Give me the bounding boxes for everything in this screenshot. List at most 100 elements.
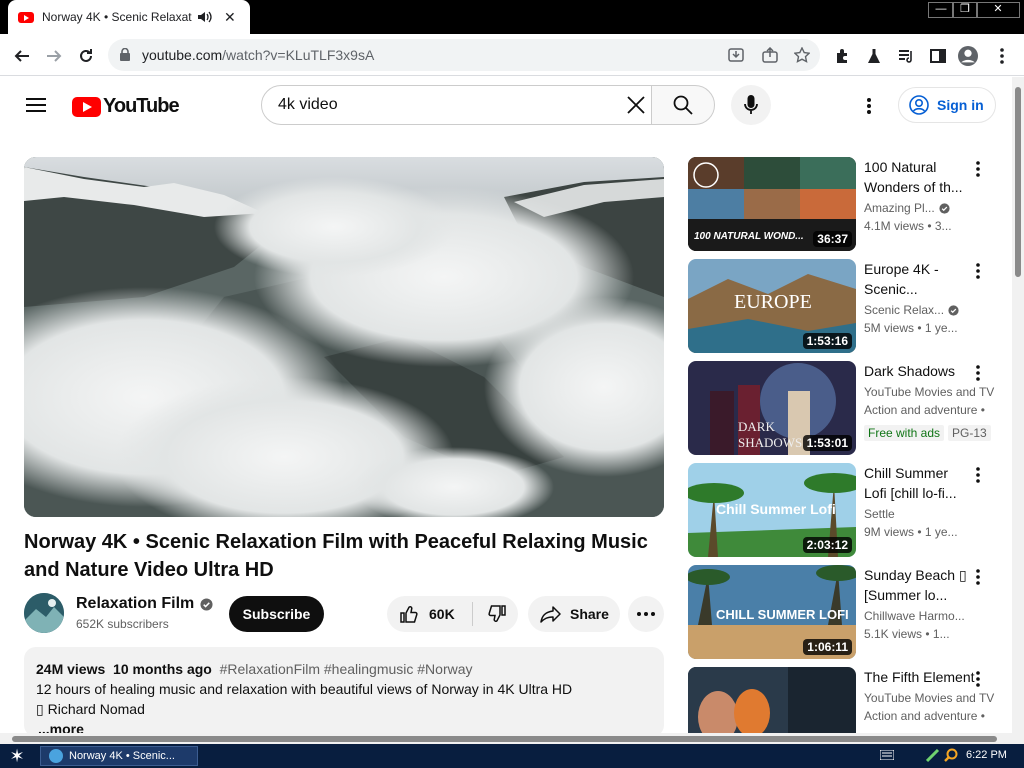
taskbar-item-label: Norway 4K • Scenic... [69, 750, 175, 762]
share-button[interactable]: Share [528, 596, 620, 632]
profile-avatar-icon[interactable] [958, 46, 978, 66]
video-title: Norway 4K • Scenic Relaxation Film with … [24, 531, 648, 581]
related-video-item[interactable]: The Fifth Element YouTube Movies and TV … [688, 667, 1000, 733]
vertical-dots-icon[interactable] [970, 159, 986, 179]
account-circle-icon [909, 95, 929, 115]
youtube-favicon-icon [18, 11, 34, 23]
window-restore-button[interactable]: ❐ [952, 2, 978, 18]
vertical-scrollbar-thumb[interactable] [1015, 87, 1021, 277]
window-minimize-button[interactable]: — [928, 2, 954, 18]
related-stats: 5M views • 1 ye... [864, 321, 958, 335]
related-title[interactable]: Chill Summer Lofi [chill lo-fi... [864, 463, 968, 503]
voice-search-button[interactable] [731, 85, 771, 125]
taskbar-browser-item[interactable]: Norway 4K • Scenic... [40, 746, 198, 766]
labs-flask-icon[interactable] [864, 46, 884, 66]
youtube-logo[interactable]: YouTube [72, 95, 180, 118]
related-video-item[interactable]: CHILL SUMMER LOFI 1:06:11 Sunday Beach ▯… [688, 565, 1000, 659]
related-stats: 5.1K views • 1... [864, 627, 950, 641]
url-host: youtube.com [142, 47, 223, 63]
related-thumbnail[interactable]: DARK SHADOWS 1:53:01 [688, 361, 856, 455]
related-thumbnail[interactable] [688, 667, 856, 733]
related-title[interactable]: The Fifth Element [864, 667, 984, 687]
extensions-icon[interactable] [832, 46, 852, 66]
address-bar[interactable]: youtube.com/watch?v=KLuTLF3x9sA [108, 39, 820, 71]
browser-tab[interactable]: Norway 4K • Scenic Relaxation ✕ [8, 0, 250, 34]
related-title[interactable]: Europe 4K - Scenic... [864, 259, 968, 299]
related-title[interactable]: 100 Natural Wonders of th... [864, 157, 968, 197]
sign-in-button[interactable]: Sign in [898, 87, 996, 123]
like-divider [472, 602, 473, 626]
related-channel[interactable]: Chillwave Harmo... [864, 609, 994, 623]
related-channel[interactable]: YouTube Movies and TV [864, 385, 1000, 399]
related-title[interactable]: Dark Shadows [864, 361, 984, 381]
related-thumbnail[interactable]: EUROPE 1:53:16 [688, 259, 856, 353]
tab-title: Norway 4K • Scenic Relaxation [42, 10, 192, 24]
horizontal-scrollbar[interactable] [0, 733, 1024, 744]
side-panel-icon[interactable] [928, 46, 948, 66]
video-duration: 2:03:12 [802, 537, 852, 553]
speaker-icon[interactable] [198, 11, 212, 23]
vertical-dots-icon[interactable] [970, 567, 986, 587]
related-thumbnail[interactable]: 100 NATURAL WOND... 36:37 [688, 157, 856, 251]
start-menu-star-icon[interactable]: ✶ [6, 746, 28, 766]
related-channel[interactable]: Settle [864, 507, 994, 521]
search-button[interactable] [651, 85, 715, 125]
bookmark-star-icon[interactable] [794, 47, 810, 63]
related-video-item[interactable]: Chill Summer Lofi 2:03:12 Chill Summer L… [688, 463, 1000, 557]
related-video-item[interactable]: 100 NATURAL WOND... 36:37 100 Natural Wo… [688, 157, 1000, 251]
share-page-icon[interactable] [762, 47, 778, 63]
video-player[interactable] [24, 157, 664, 517]
taskbar-clock: 6:22 PM [966, 749, 1007, 761]
related-channel[interactable]: Scenic Relax... [864, 303, 994, 317]
free-with-ads-badge: Free with ads [864, 425, 945, 441]
back-arrow-icon[interactable] [12, 46, 32, 66]
browser-menu-kebab-icon[interactable] [992, 46, 1012, 66]
browser-toolbar: youtube.com/watch?v=KLuTLF3x9sA [0, 34, 1024, 76]
thumbnail-caption: Chill Summer Lofi [716, 501, 836, 517]
description-line-1: 12 hours of healing music and relaxation… [36, 681, 573, 697]
keyboard-tray-icon[interactable] [880, 750, 894, 760]
install-app-icon[interactable] [728, 47, 744, 63]
hamburger-menu-icon[interactable] [26, 97, 46, 113]
related-channel[interactable]: Amazing Pl... [864, 201, 994, 215]
subscriber-count: 652K subscribers [76, 617, 169, 631]
dislike-button[interactable] [477, 596, 517, 632]
clear-search-icon[interactable] [625, 94, 647, 116]
related-thumbnail[interactable]: CHILL SUMMER LOFI 1:06:11 [688, 565, 856, 659]
related-channel[interactable]: YouTube Movies and TV [864, 691, 1000, 705]
vertical-dots-icon[interactable] [970, 261, 986, 281]
search-input[interactable] [278, 94, 608, 116]
vertical-dots-icon[interactable] [970, 465, 986, 485]
media-queue-icon[interactable] [896, 46, 916, 66]
window-close-button[interactable]: ✕ [976, 2, 1020, 18]
related-thumbnail[interactable]: Chill Summer Lofi 2:03:12 [688, 463, 856, 557]
forward-arrow-icon[interactable] [44, 46, 64, 66]
tab-close-icon[interactable]: ✕ [224, 9, 236, 26]
channel-name[interactable]: Relaxation Film [76, 595, 213, 613]
reload-icon[interactable] [76, 46, 96, 66]
video-duration: 1:53:16 [802, 333, 852, 349]
vertical-dots-icon[interactable] [970, 669, 986, 689]
subscribe-button[interactable]: Subscribe [229, 596, 324, 632]
horizontal-scrollbar-thumb[interactable] [12, 736, 997, 742]
lock-icon[interactable] [120, 48, 130, 61]
like-count: 60K [429, 606, 455, 622]
description-box[interactable]: 24M views 10 months ago #RelaxationFilm … [24, 647, 664, 737]
more-actions-button[interactable] [628, 596, 664, 632]
video-duration: 1:06:11 [803, 639, 852, 655]
like-dislike-group: 60K [387, 596, 518, 632]
channel-avatar[interactable] [24, 593, 64, 633]
related-video-item[interactable]: DARK SHADOWS 1:53:01 Dark Shadows YouTub… [688, 361, 1000, 455]
search-tray-icon[interactable] [944, 748, 958, 762]
hashtags[interactable]: #RelaxationFilm #healingmusic #Norway [220, 661, 473, 677]
related-video-item[interactable]: EUROPE 1:53:16 Europe 4K - Scenic... Sce… [688, 259, 1000, 353]
like-button[interactable]: 60K [387, 596, 469, 632]
vertical-scrollbar[interactable] [1012, 77, 1024, 733]
browser-tab-strip: Norway 4K • Scenic Relaxation ✕ — ❐ ✕ [0, 0, 1024, 34]
url-path: /watch?v=KLuTLF3x9sA [222, 47, 375, 63]
vertical-dots-icon[interactable] [970, 363, 986, 383]
settings-kebab-icon[interactable] [866, 97, 872, 115]
share-arrow-icon [540, 606, 561, 623]
related-title[interactable]: Sunday Beach ▯ [Summer lo... [864, 565, 968, 605]
network-tray-icon[interactable] [926, 749, 940, 763]
